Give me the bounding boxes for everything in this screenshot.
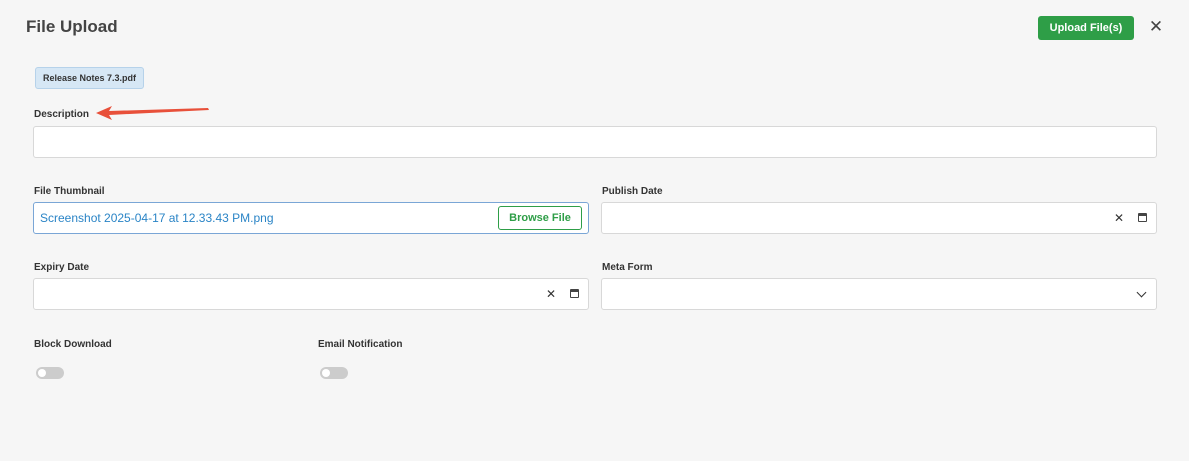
toggle-knob — [38, 369, 46, 377]
browse-file-button[interactable]: Browse File — [498, 206, 582, 230]
meta-form-select[interactable] — [601, 278, 1157, 310]
file-thumbnail-value: Screenshot 2025-04-17 at 12.33.43 PM.png — [40, 211, 274, 225]
calendar-icon[interactable] — [570, 289, 579, 298]
clear-icon[interactable]: ✕ — [1112, 210, 1126, 226]
chevron-down-icon[interactable] — [1136, 287, 1147, 298]
file-thumbnail-field[interactable]: Screenshot 2025-04-17 at 12.33.43 PM.png… — [33, 202, 589, 234]
email-notification-label: Email Notification — [318, 339, 403, 350]
toggle-knob — [322, 369, 330, 377]
block-download-toggle[interactable] — [36, 367, 64, 379]
close-icon[interactable]: ✕ — [1146, 17, 1166, 37]
page-title: File Upload — [26, 17, 118, 36]
publish-date-label: Publish Date — [602, 186, 663, 197]
description-label: Description — [34, 109, 90, 120]
email-notification-toggle[interactable] — [320, 367, 348, 379]
expiry-date-label: Expiry Date — [34, 262, 90, 273]
file-thumbnail-label: File Thumbnail — [34, 186, 105, 197]
attached-file-chip: Release Notes 7.3.pdf — [35, 67, 145, 89]
block-download-label: Block Download — [34, 339, 112, 350]
upload-files-button[interactable]: Upload File(s) — [1038, 16, 1134, 40]
meta-form-label: Meta Form — [602, 262, 653, 273]
expiry-date-input[interactable]: ✕ — [33, 278, 589, 310]
clear-icon[interactable]: ✕ — [544, 286, 558, 302]
calendar-icon[interactable] — [1138, 213, 1147, 222]
description-input[interactable] — [33, 126, 1157, 158]
publish-date-input[interactable]: ✕ — [601, 202, 1157, 234]
annotation-arrow-icon — [96, 106, 209, 120]
